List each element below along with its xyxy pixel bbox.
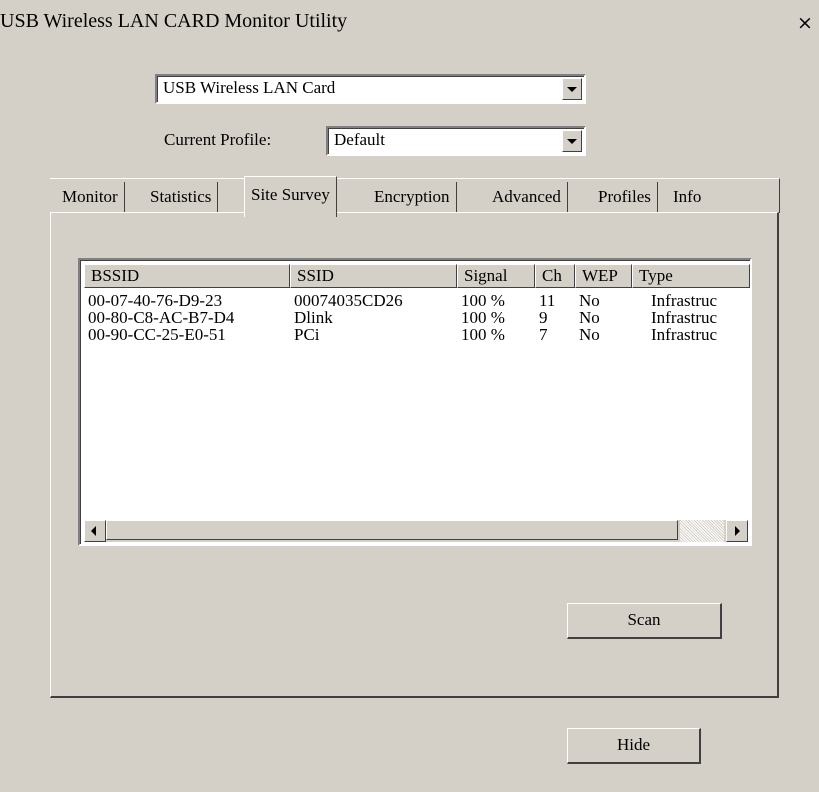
cell-wep: No	[579, 292, 600, 309]
site-survey-list[interactable]: BSSID SSID Signal Ch WEP Type 00-07-40-7…	[78, 258, 752, 546]
cell-bssid: 00-07-40-76-D9-23	[88, 292, 223, 309]
cell-signal: 100 %	[461, 309, 505, 326]
column-header-signal[interactable]: Signal	[457, 264, 535, 288]
tab-advanced[interactable]: Advanced	[486, 182, 568, 212]
chevron-down-icon[interactable]	[562, 78, 582, 100]
horizontal-scrollbar[interactable]	[84, 520, 748, 542]
column-header-wep[interactable]: WEP	[575, 264, 632, 288]
tab-info[interactable]: Info	[667, 182, 707, 212]
hide-button[interactable]: Hide	[567, 728, 701, 764]
chevron-down-icon[interactable]	[562, 130, 582, 152]
current-profile-label: Current Profile:	[164, 130, 272, 149]
close-icon[interactable]: ×	[797, 12, 819, 34]
cell-wep: No	[579, 309, 600, 326]
cell-bssid: 00-80-C8-AC-B7-D4	[88, 309, 235, 326]
cell-ch: 11	[539, 292, 556, 309]
cell-ssid: PCi	[294, 326, 320, 343]
tab-encryption[interactable]: Encryption	[368, 182, 457, 212]
cell-type: Infrastruc	[651, 292, 718, 309]
tab-statistics[interactable]: Statistics	[144, 182, 219, 212]
scroll-right-icon[interactable]	[726, 520, 748, 542]
scan-button[interactable]: Scan	[567, 603, 722, 639]
title-bar: USB Wireless LAN CARD Monitor Utility ×	[0, 0, 819, 42]
profile-select-value: Default	[334, 130, 385, 149]
cell-signal: 100 %	[461, 292, 505, 309]
profile-select[interactable]: Default	[326, 126, 586, 156]
tab-monitor[interactable]: Monitor	[56, 182, 125, 212]
cell-wep: No	[579, 326, 600, 343]
scrollbar-track[interactable]	[680, 520, 724, 542]
cell-type: Infrastruc	[651, 309, 718, 326]
adapter-select-value: USB Wireless LAN Card	[163, 78, 336, 97]
tab-profiles[interactable]: Profiles	[592, 182, 658, 212]
tab-site-survey[interactable]: Site Survey	[244, 176, 337, 217]
window-title: USB Wireless LAN CARD Monitor Utility	[0, 10, 348, 32]
cell-ch: 7	[539, 326, 548, 343]
cell-ssid: Dlink	[294, 309, 333, 326]
cell-bssid: 00-90-CC-25-E0-51	[88, 326, 226, 343]
column-header-ch[interactable]: Ch	[535, 264, 575, 288]
cell-ch: 9	[539, 309, 548, 326]
cell-type: Infrastruc	[651, 326, 718, 343]
adapter-select[interactable]: USB Wireless LAN Card	[155, 74, 586, 104]
scrollbar-thumb[interactable]	[106, 520, 678, 540]
scroll-left-icon[interactable]	[84, 520, 106, 542]
cell-ssid: 00074035CD26	[294, 292, 403, 309]
column-header-type[interactable]: Type	[632, 264, 750, 288]
column-header-ssid[interactable]: SSID	[290, 264, 457, 288]
column-header-bssid[interactable]: BSSID	[84, 264, 290, 288]
cell-signal: 100 %	[461, 326, 505, 343]
